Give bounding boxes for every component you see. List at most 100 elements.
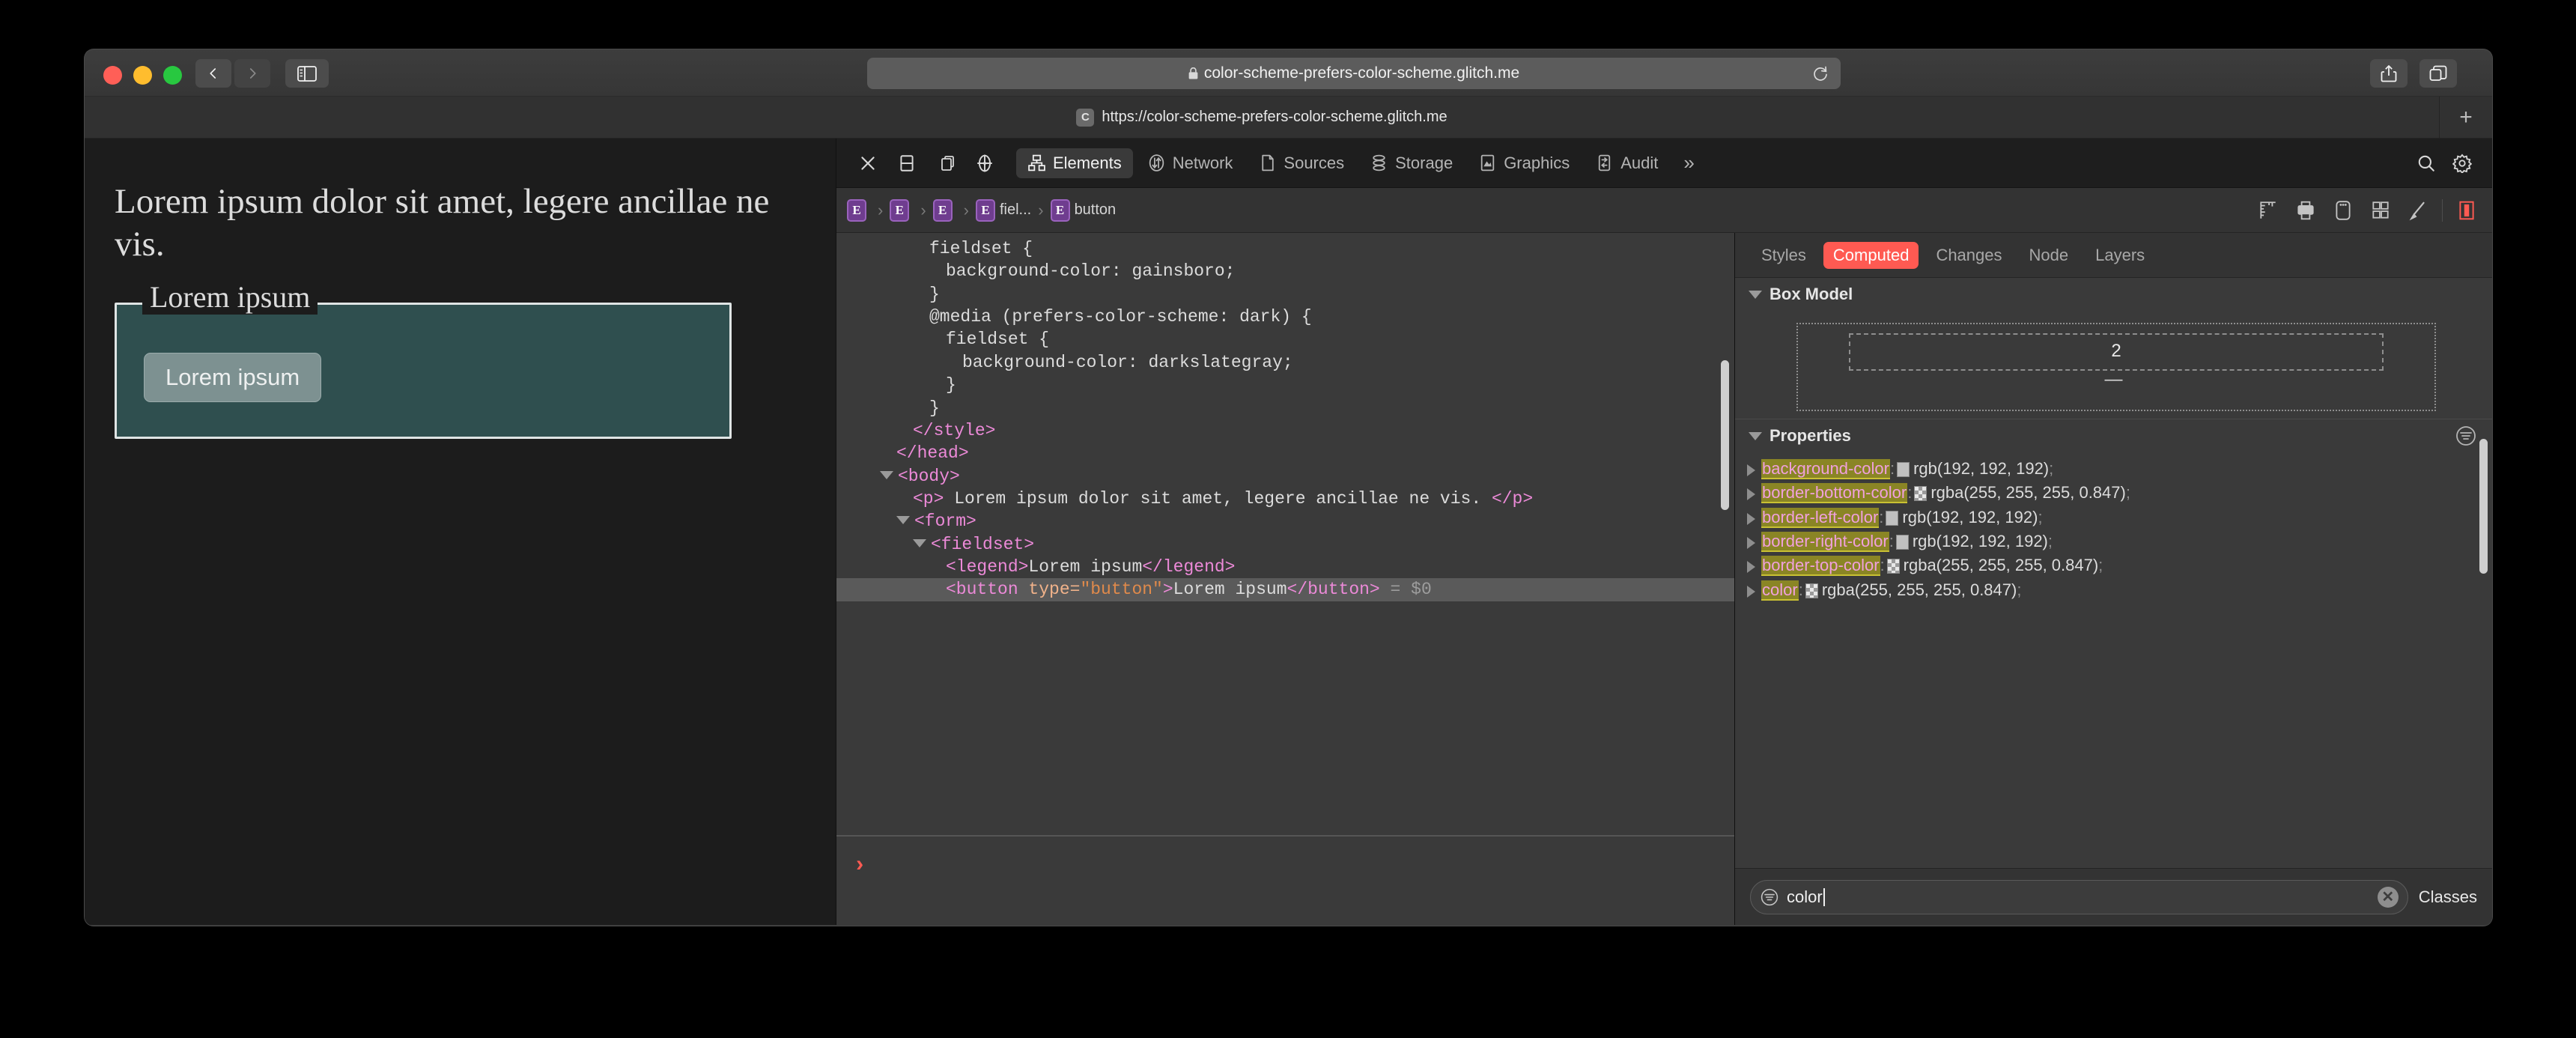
dom-line[interactable]: background-color: gainsboro; [836,260,1734,282]
dom-line[interactable]: <body> [836,465,1734,488]
color-swatch-icon[interactable] [1897,462,1910,477]
close-inspector-button[interactable] [850,146,886,180]
badge-box-button[interactable] [2449,193,2485,228]
tab-network[interactable]: Network [1136,148,1245,178]
dom-token-tag: </legend> [1142,557,1236,577]
property-colon: : [1798,580,1803,599]
maximize-window-button[interactable] [163,66,182,85]
dom-line[interactable]: <form> [836,510,1734,532]
color-swatch-icon[interactable] [1914,486,1928,502]
back-button[interactable] [195,59,231,88]
color-swatch-icon[interactable] [1805,583,1818,598]
disclosure-triangle-icon[interactable] [913,538,926,547]
dom-line[interactable]: <p> Lorem ipsum dolor sit amet, legere a… [836,488,1734,510]
minimize-window-button[interactable] [133,66,152,85]
inspector-settings-button[interactable] [2446,146,2479,180]
inspector-search-button[interactable] [2410,146,2443,180]
page-lorem-button[interactable]: Lorem ipsum [144,352,322,402]
disclosure-triangle-icon[interactable] [896,516,910,525]
breadcrumb-item-3[interactable]: E fiel... [973,198,1034,222]
title-bar: color-scheme-prefers-color-scheme.glitch… [85,49,2492,97]
dom-line[interactable]: } [836,374,1734,396]
expand-triangle-icon[interactable] [1747,561,1755,574]
disclosure-triangle-icon[interactable] [880,470,893,479]
inspect-element-button[interactable] [967,146,1003,180]
color-swatch-icon[interactable] [1886,559,1900,574]
grid-overlay-button[interactable] [2363,193,2399,228]
address-bar[interactable]: color-scheme-prefers-color-scheme.glitch… [867,58,1841,89]
dom-line[interactable]: @media (prefers-color-scheme: dark) { [836,306,1734,328]
tab-graphics[interactable]: Graphics [1467,148,1581,178]
console-panel[interactable]: › [836,835,1734,925]
tab-layers[interactable]: Layers [2086,242,2154,269]
tab-sources-label: Sources [1284,153,1345,172]
device-button[interactable] [2325,193,2361,228]
inspector-toolbar: Elements Network Sources Storage Graphic… [836,139,2492,188]
classes-button[interactable]: Classes [2419,887,2477,907]
new-tab-button[interactable]: + [2440,97,2492,138]
properties-filter-field[interactable]: color ✕ [1750,879,2408,914]
properties-header[interactable]: Properties [1735,419,2492,452]
computed-property-row[interactable]: color: rgba(255, 255, 255, 0.847); [1747,578,2492,602]
breadcrumb-item-4[interactable]: E button [1048,198,1120,222]
breadcrumb-item-2[interactable]: E [930,198,960,222]
dom-line[interactable]: } [836,283,1734,306]
clear-filter-button[interactable]: ✕ [2377,886,2399,908]
element-badge-icon: E [975,198,995,222]
tab-elements[interactable]: Elements [1016,148,1133,178]
tab-node[interactable]: Node [2020,242,2079,269]
tab-audit[interactable]: Audit [1584,148,1669,178]
close-window-button[interactable] [103,66,122,85]
expand-triangle-icon[interactable] [1747,585,1755,598]
styles-scrollbar[interactable] [2479,439,2488,574]
computed-property-body: border-bottom-color: rgba(255, 255, 255, … [1761,482,2486,504]
expand-triangle-icon[interactable] [1747,537,1755,550]
tab-computed[interactable]: Computed [1823,241,1919,269]
tab-storage[interactable]: Storage [1358,148,1464,178]
forward-button[interactable] [234,59,270,88]
computed-property-row[interactable]: background-color: rgb(192, 192, 192); [1747,457,2492,481]
computed-property-row[interactable]: border-left-color: rgb(192, 192, 192); [1747,506,2492,529]
tabs-overflow-button[interactable]: » [1672,146,1705,180]
tab-changes[interactable]: Changes [1926,242,2011,269]
dom-line[interactable]: <fieldset> [836,533,1734,556]
browser-tab[interactable]: C https://color-scheme-prefers-color-sch… [85,97,2440,138]
dom-line[interactable]: <legend>Lorem ipsum</legend> [836,556,1734,578]
print-button[interactable] [2288,193,2324,228]
box-model-header[interactable]: Box Model [1735,278,2492,311]
breadcrumb-item-1[interactable]: E [887,198,917,222]
tab-overview-button[interactable] [2419,59,2457,88]
expand-triangle-icon[interactable] [1747,512,1755,525]
sidebar-toggle-button[interactable] [285,59,329,88]
breadcrumb-item-0[interactable]: E [844,198,874,222]
dom-line[interactable]: } [836,397,1734,419]
dom-line[interactable]: </style> [836,419,1734,442]
expand-triangle-icon[interactable] [1747,464,1755,476]
dom-line-selected[interactable]: <button type="button">Lorem ipsum</butto… [836,578,1734,601]
color-swatch-icon[interactable] [1886,510,1899,526]
dom-line[interactable]: background-color: darkslategray; [836,351,1734,374]
computed-property-row[interactable]: border-right-color: rgb(192, 192, 192); [1747,529,2492,553]
dom-tree[interactable]: fieldset {background-color: gainsboro;} @… [836,233,1734,835]
dom-line[interactable]: fieldset { [836,328,1734,350]
computed-property-value: rgba(255, 255, 255, 0.847) [1903,556,2099,575]
paintbrush-button[interactable] [2400,193,2436,228]
dom-line[interactable]: fieldset { [836,237,1734,260]
dock-right-button[interactable] [928,146,964,180]
share-button[interactable] [2370,59,2408,88]
tab-sources[interactable]: Sources [1247,148,1355,178]
ruler-button[interactable] [2250,193,2286,228]
dock-bottom-button[interactable] [889,146,925,180]
reload-icon[interactable] [1812,65,1829,82]
color-swatch-icon[interactable] [1895,535,1909,550]
dom-tree-scrollbar[interactable] [1721,360,1729,510]
filter-icon[interactable] [2455,425,2477,447]
computed-property-row[interactable]: border-bottom-color: rgba(255, 255, 255, … [1747,481,2492,505]
computed-property-row[interactable]: border-top-color: rgba(255, 255, 255, 0.8… [1747,553,2492,577]
filter-input-value[interactable]: color [1787,887,2370,907]
dom-line[interactable]: </head> [836,442,1734,464]
expand-triangle-icon[interactable] [1747,488,1755,501]
tab-styles[interactable]: Styles [1752,242,1816,269]
print-icon [2297,201,2314,219]
styles-scroll-area[interactable]: Box Model 2 — Properties background-colo… [1735,278,2492,868]
